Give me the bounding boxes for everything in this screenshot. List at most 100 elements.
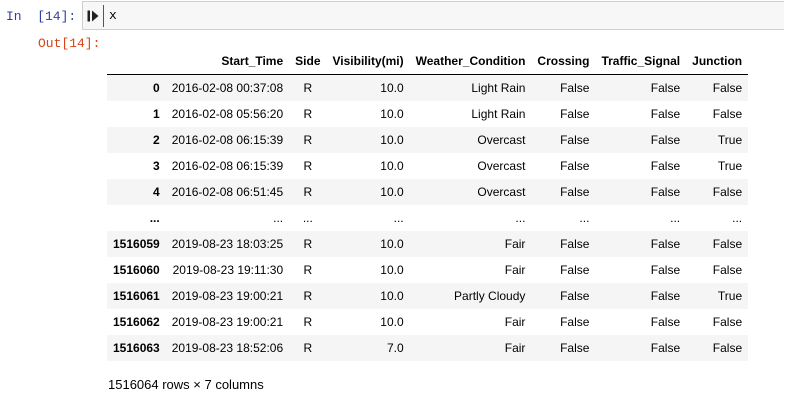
table-row: 1516059 2019-08-23 18:03:25 R 10.0 Fair False… [107, 231, 749, 257]
table-cell: True [717, 159, 743, 173]
table-cell: False [560, 81, 590, 95]
table-cell: False [560, 237, 590, 251]
table-cell: True [717, 289, 743, 303]
table-cell: 10.0 [380, 107, 404, 121]
input-prompt: In [14]: [6, 9, 77, 24]
table-cell: Overcast [477, 159, 526, 173]
table-cell: False [560, 159, 590, 173]
table-cell: Light Rain [471, 107, 526, 121]
row-index: 0 [153, 81, 160, 95]
column-header: Weather_Condition [409, 48, 532, 75]
table-cell: False [712, 263, 743, 277]
table-cell: False [650, 315, 681, 329]
table-row: 3 2016-02-08 06:15:39 R 10.0 Overcast False Fa… [107, 153, 749, 179]
table-cell: 10.0 [380, 133, 404, 147]
table-cell: Fair [504, 237, 526, 251]
column-header: Traffic_Signal [595, 48, 687, 75]
table-body: 0 2016-02-08 00:37:08 R 10.0 Light Rain False… [107, 74, 749, 361]
row-index: 1516062 [113, 315, 160, 329]
column-header: Visibility(mi) [326, 48, 410, 75]
table-cell: 2016-02-08 05:56:20 [171, 107, 284, 121]
table-cell: False [560, 133, 590, 147]
table-cell: Fair [504, 263, 526, 277]
table-row: 1516063 2019-08-23 18:52:06 R 7.0 Fair False F… [107, 335, 749, 361]
table-cell: Fair [504, 315, 526, 329]
table-cell: R [303, 341, 313, 355]
column-header: Start_Time [165, 48, 290, 75]
table-cell: 10.0 [380, 237, 404, 251]
row-index: 2 [153, 133, 160, 147]
table-cell: Partly Cloudy [454, 289, 526, 303]
text-cursor [103, 5, 104, 27]
table-row: 1516062 2019-08-23 19:00:21 R 10.0 Fair False… [107, 309, 749, 335]
table-cell: 7.0 [386, 341, 404, 355]
table-cell: Fair [504, 341, 526, 355]
row-index: 1516063 [113, 341, 160, 355]
dataframe-shape: 1516064 rows × 7 columns [108, 377, 264, 392]
dataframe-table: Start_Time Side Visibility(mi) Weather_Cond… [107, 48, 749, 361]
table-cell: 2019-08-23 19:11:30 [172, 263, 284, 277]
table-cell: R [303, 133, 313, 147]
table-cell: False [650, 237, 681, 251]
table-cell: 2019-08-23 19:00:21 [171, 289, 284, 303]
table-row: 1516060 2019-08-23 19:11:30 R 10.0 Fair False… [107, 257, 749, 283]
table-cell: Light Rain [471, 81, 526, 95]
table-cell: 2016-02-08 00:37:08 [171, 81, 284, 95]
table-cell: False [712, 237, 743, 251]
table-cell: False [712, 81, 743, 95]
table-row: 2 2016-02-08 06:15:39 R 10.0 Overcast False Fa… [107, 127, 749, 153]
table-cell: False [560, 263, 590, 277]
row-index: ... [149, 211, 160, 225]
table-cell: R [303, 159, 313, 173]
row-index: 3 [153, 159, 160, 173]
table-cell: False [712, 341, 743, 355]
table-cell: False [712, 107, 743, 121]
table-cell: R [303, 81, 313, 95]
table-cell: ... [302, 211, 313, 225]
table-cell: 2016-02-08 06:51:45 [171, 185, 284, 199]
table-row: ........................ [107, 205, 749, 231]
column-header: Crossing [531, 48, 596, 75]
table-cell: 10.0 [380, 159, 404, 173]
table-cell: 2016-02-08 06:15:39 [171, 133, 284, 147]
table-cell: R [303, 237, 313, 251]
table-cell: Overcast [477, 185, 526, 199]
table-row: 4 2016-02-08 06:51:45 R 10.0 Overcast False Fa… [107, 179, 749, 205]
output-prompt: Out[14]: [38, 36, 101, 51]
table-cell: ... [732, 211, 743, 225]
table-cell: False [650, 107, 681, 121]
table-cell: ... [670, 211, 681, 225]
table-cell: False [650, 263, 681, 277]
row-index: 1 [153, 107, 160, 121]
code-text[interactable]: x [109, 8, 117, 23]
table-cell: False [712, 185, 743, 199]
table-cell: ... [515, 211, 526, 225]
row-index: 1516060 [113, 263, 160, 277]
table-cell: ... [273, 211, 284, 225]
table-cell: False [650, 185, 681, 199]
table-cell: False [560, 315, 590, 329]
row-index: 1516059 [113, 237, 160, 251]
table-cell: False [650, 133, 681, 147]
table-cell: 10.0 [380, 185, 404, 199]
table-row: 1 2016-02-08 05:56:20 R 10.0 Light Rain False… [107, 101, 749, 127]
table-cell: False [560, 341, 590, 355]
table-cell: 10.0 [380, 315, 404, 329]
table-cell: 2019-08-23 19:00:21 [171, 315, 284, 329]
run-cell-icon[interactable] [87, 10, 99, 22]
table-cell: False [650, 81, 681, 95]
table-cell: False [712, 315, 743, 329]
row-index: 4 [153, 185, 160, 199]
column-header: Junction [686, 48, 749, 75]
table-cell: False [650, 341, 681, 355]
code-input-area[interactable]: x [82, 1, 784, 30]
row-index: 1516061 [113, 289, 160, 303]
table-cell: 2019-08-23 18:52:06 [171, 341, 284, 355]
table-cell: R [303, 107, 313, 121]
table-cell: False [650, 159, 681, 173]
column-header: Side [289, 48, 327, 75]
table-cell: False [650, 289, 681, 303]
table-cell: R [303, 185, 313, 199]
table-cell: 10.0 [380, 289, 404, 303]
table-cell: 10.0 [380, 263, 404, 277]
